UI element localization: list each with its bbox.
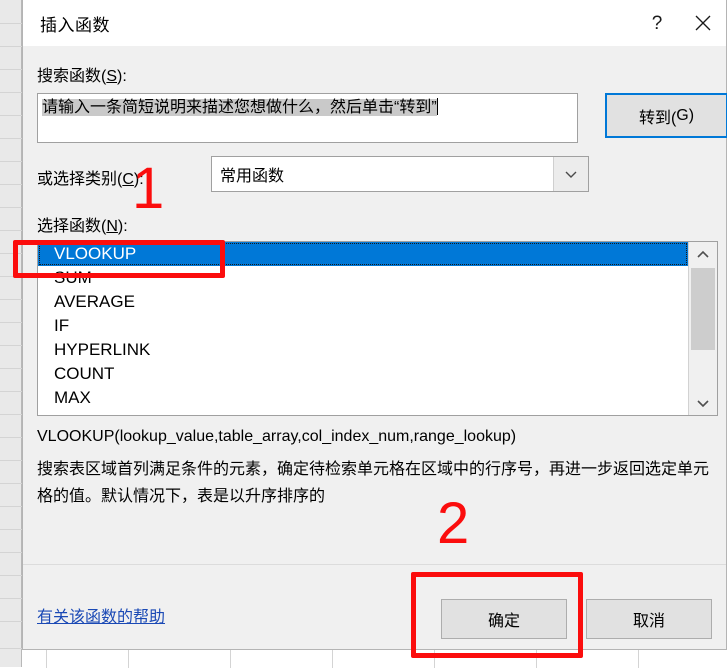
excel-grid-line <box>128 648 129 668</box>
excel-grid-line <box>46 648 47 668</box>
excel-row-header <box>0 0 22 667</box>
function-list-scrollbar[interactable] <box>688 242 717 415</box>
search-label-accel: S <box>106 68 118 85</box>
dialog-body: 搜索函数(S): 请输入一条简短说明来描述您想做什么，然后单击“转到” 转到(G… <box>23 46 727 649</box>
search-label-suffix: ): <box>117 68 127 85</box>
function-description: 搜索表区域首列满足条件的元素，确定待检索单元格在区域中的行序号，再进一步返回选定… <box>37 461 710 505</box>
search-input[interactable]: 请输入一条简短说明来描述您想做什么，然后单击“转到” <box>37 93 578 143</box>
go-button-prefix: 转到( <box>638 109 677 127</box>
function-list-label-suffix: ): <box>117 218 128 235</box>
insert-function-dialog: 插入函数 ? 搜索函数(S): 请输入一条简短说明来描述您想做什么，然后单击“转… <box>22 0 727 650</box>
function-list-label: 选择函数(N): <box>37 212 128 236</box>
chevron-down-icon[interactable] <box>553 157 588 191</box>
list-item[interactable]: HYPERLINK <box>38 338 688 362</box>
category-label-prefix: 或选择类别( <box>37 171 123 188</box>
list-item[interactable]: MAX <box>38 386 688 410</box>
go-button-accel: G <box>676 106 689 124</box>
svg-text:?: ? <box>652 13 663 34</box>
close-icon[interactable] <box>680 0 726 46</box>
search-input-value: 请输入一条简短说明来描述您想做什么，然后单击“转到” <box>42 99 437 116</box>
dialog-title: 插入函数 <box>40 15 110 35</box>
list-item[interactable]: AVERAGE <box>38 290 688 314</box>
function-help-link[interactable]: 有关该函数的帮助 <box>37 603 165 627</box>
search-label: 搜索函数(S): <box>37 62 127 86</box>
list-item[interactable]: IF <box>38 314 688 338</box>
excel-grid-line <box>332 648 333 668</box>
excel-grid-line <box>230 648 231 668</box>
scroll-down-icon[interactable] <box>689 391 717 415</box>
category-selected-value: 常用函数 <box>220 168 285 185</box>
footer-divider <box>23 564 726 565</box>
scroll-up-icon[interactable] <box>689 242 717 266</box>
go-button-suffix: ) <box>688 106 695 124</box>
function-list-label-accel: N <box>106 218 118 235</box>
excel-grid-line <box>638 648 639 668</box>
cancel-button[interactable]: 取消 <box>586 599 712 639</box>
category-label: 或选择类别(C): <box>37 165 144 189</box>
dialog-titlebar: 插入函数 ? <box>23 0 726 46</box>
go-button[interactable]: 转到(G) <box>605 93 727 138</box>
scrollbar-thumb[interactable] <box>691 268 715 350</box>
help-question-icon[interactable]: ? <box>634 0 680 46</box>
function-list-label-prefix: 选择函数( <box>37 218 107 235</box>
annotation-highlight-vlookup <box>13 240 225 278</box>
text-caret <box>436 98 438 115</box>
search-label-prefix: 搜索函数( <box>37 68 107 85</box>
category-dropdown[interactable]: 常用函数 <box>211 156 589 192</box>
annotation-highlight-ok-button <box>411 572 583 658</box>
function-signature: VLOOKUP(lookup_value,table_array,col_ind… <box>37 428 517 445</box>
annotation-step-2: 2 <box>437 491 470 556</box>
list-item[interactable]: COUNT <box>38 362 688 386</box>
annotation-step-1: 1 <box>132 156 165 221</box>
